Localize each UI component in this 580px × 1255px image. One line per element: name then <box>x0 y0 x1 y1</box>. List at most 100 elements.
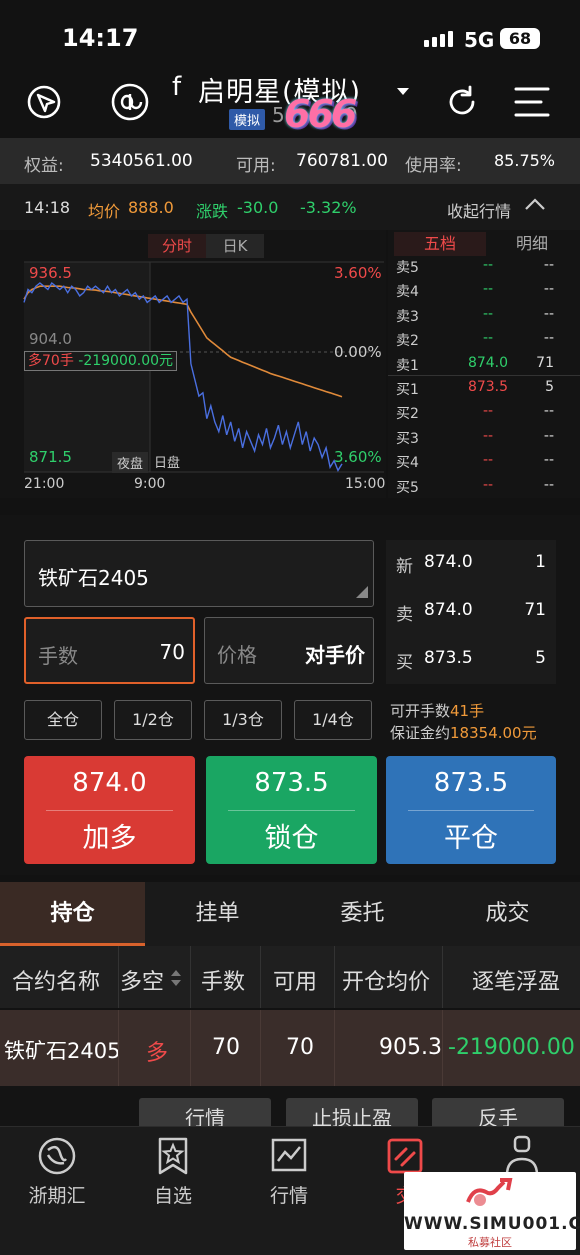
available-value: 760781.00 <box>296 151 388 171</box>
level-label: 卖4 <box>396 284 419 301</box>
zheqihui-logo-icon <box>38 1137 76 1175</box>
mini-quote-price: 873.5 <box>424 648 473 668</box>
contract-input[interactable]: 铁矿石2405 <box>24 540 374 607</box>
coin-icon[interactable] <box>108 80 152 124</box>
equity-value: 5340561.00 <box>90 151 193 171</box>
tab-orders[interactable]: 委托 <box>290 882 435 946</box>
mode-tag: 模拟 <box>229 109 266 130</box>
level-label: 买2 <box>396 406 419 423</box>
tab-trade-detail[interactable]: 明细 <box>486 232 578 256</box>
tab-label: 自选 <box>153 1185 192 1207</box>
mini-quote-box: 新 874.0 1 卖 874.0 71 买 873.5 5 <box>386 540 556 684</box>
price-input[interactable]: 价格 对手价 <box>204 617 374 684</box>
margin-line: 保证金约18354.00元 <box>390 722 537 743</box>
level-price: -- <box>482 427 494 444</box>
margin-label: 保证金约 <box>390 724 451 742</box>
position-marker-pnl: -219000.00元 <box>78 353 174 369</box>
buy-long-button[interactable]: 874.0 加多 <box>24 756 195 864</box>
level-label: 买4 <box>396 455 419 472</box>
status-bar: 14:17 5G 68 <box>0 0 580 72</box>
collapse-quote-button[interactable]: 收起行情 <box>447 198 511 222</box>
bid-row[interactable]: 买1 873.5 5 <box>388 376 580 400</box>
tab-positions[interactable]: 持仓 <box>0 882 145 946</box>
lock-price: 873.5 <box>254 768 329 798</box>
col-contract[interactable]: 合约名称 <box>12 964 100 996</box>
row-float-pnl: -219000.00 <box>448 1035 575 1060</box>
sticker-666: 666 <box>284 92 357 136</box>
quantity-label: 手数 <box>38 644 78 668</box>
lock-label: 锁仓 <box>264 823 319 854</box>
row-available: 70 <box>286 1035 314 1060</box>
close-position-button[interactable]: 873.5 平仓 <box>386 756 556 864</box>
available-label: 可用: <box>236 156 276 176</box>
level-price: -- <box>482 452 494 469</box>
col-open-avg[interactable]: 开仓均价 <box>342 964 430 996</box>
col-divider <box>190 1010 191 1086</box>
avg-label: 均价 <box>88 202 121 221</box>
col-divider <box>442 946 443 1008</box>
tab-watchlist[interactable]: 自选 <box>133 1135 213 1208</box>
account-number: 5 <box>272 103 285 127</box>
col-available[interactable]: 可用 <box>273 964 317 996</box>
quantity-input[interactable]: 手数 70 <box>24 617 195 684</box>
col-qty[interactable]: 手数 <box>201 964 245 996</box>
ratio-button[interactable]: 1/4仓 <box>294 700 372 740</box>
level-volume: -- <box>543 330 554 347</box>
star-icon <box>158 1137 188 1175</box>
level-price: -- <box>482 281 494 298</box>
tab-zheqihui[interactable]: 浙期汇 <box>17 1135 97 1208</box>
level-price: -- <box>482 403 494 420</box>
lock-position-button[interactable]: 873.5 锁仓 <box>206 756 377 864</box>
ratio-button[interactable]: 全仓 <box>24 700 102 740</box>
bid-row[interactable]: 买4 -- -- <box>388 449 580 473</box>
tab-fills[interactable]: 成交 <box>435 882 580 946</box>
ask-row[interactable]: 卖3 -- -- <box>388 303 580 327</box>
ratio-button[interactable]: 1/2仓 <box>114 700 192 740</box>
intraday-chart[interactable]: 分时 日K 936.5 904.0 871.5 3.60% 0.00% 3.60… <box>0 230 386 498</box>
ask-row[interactable]: 卖5 -- -- <box>388 254 580 278</box>
mini-quote-row: 新 874.0 1 <box>386 552 556 592</box>
chevron-up-icon[interactable] <box>524 196 546 216</box>
bid-row[interactable]: 买3 -- -- <box>388 425 580 449</box>
pct-axis-mid: 0.00% <box>334 343 382 361</box>
cursor-icon[interactable] <box>22 80 66 124</box>
trade-icon <box>387 1138 423 1174</box>
tab-label: 浙期汇 <box>28 1185 86 1207</box>
mini-quote-label: 买 <box>396 653 413 673</box>
ask-row[interactable]: 卖2 -- -- <box>388 327 580 351</box>
tab-market[interactable]: 行情 <box>249 1135 329 1208</box>
sort-icon[interactable] <box>170 968 182 993</box>
table-row[interactable]: 铁矿石2405 多 70 70 905.3 -219000.00 <box>0 1010 580 1086</box>
col-divider <box>260 1010 261 1086</box>
tab-five-levels[interactable]: 五档 <box>394 232 486 256</box>
buy-label: 加多 <box>82 823 137 854</box>
account-number-head: 5 <box>272 103 285 127</box>
change-value: -30.0 <box>237 198 279 217</box>
ask-row[interactable]: 卖4 -- -- <box>388 278 580 302</box>
col-divider <box>260 946 261 1008</box>
level-label: 买5 <box>396 479 419 496</box>
level-label: 卖1 <box>396 357 419 374</box>
watermark-logo: WWW.SIMU001.CN 私募社区 <box>404 1172 580 1250</box>
level-volume: -- <box>543 305 554 322</box>
pct-axis-top: 3.60% <box>334 264 382 282</box>
level-label: 买3 <box>396 430 419 447</box>
level-volume: -- <box>543 281 554 298</box>
level-price: 874.0 <box>467 354 509 371</box>
mini-quote-volume: 71 <box>524 600 546 620</box>
level-price: -- <box>482 305 494 322</box>
col-direction[interactable]: 多空 <box>120 964 164 996</box>
refresh-icon[interactable] <box>440 80 484 124</box>
close-label: 平仓 <box>444 823 498 854</box>
bid-row[interactable]: 买2 -- -- <box>388 400 580 424</box>
bid-row[interactable]: 买5 -- -- <box>388 474 580 498</box>
col-float-pnl[interactable]: 逐笔浮盈 <box>472 964 560 996</box>
row-qty: 70 <box>212 1035 240 1060</box>
menu-icon[interactable] <box>510 80 554 124</box>
tab-pending[interactable]: 挂单 <box>145 882 290 946</box>
ask-row[interactable]: 卖1 874.0 71 <box>388 352 580 376</box>
margin-value: 18354.00元 <box>450 724 537 742</box>
ratio-button[interactable]: 1/3仓 <box>204 700 282 740</box>
usage-label: 使用率: <box>405 156 462 176</box>
caret-down-icon[interactable] <box>396 82 410 101</box>
